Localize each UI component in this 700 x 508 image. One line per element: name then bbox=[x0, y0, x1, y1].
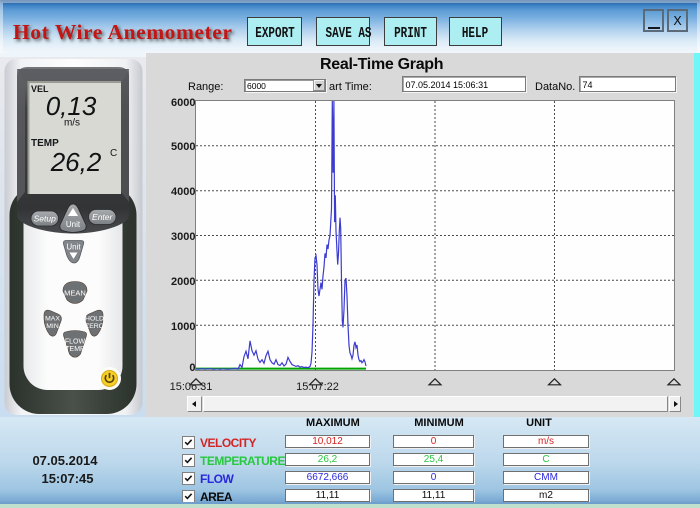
svg-text:MIN: MIN bbox=[46, 323, 59, 330]
svg-text:Setup: Setup bbox=[34, 214, 56, 224]
svg-text:Unit: Unit bbox=[66, 243, 81, 252]
svg-text:Unit: Unit bbox=[66, 220, 81, 229]
svg-text:MAX: MAX bbox=[45, 316, 60, 323]
svg-text:Enter: Enter bbox=[92, 212, 113, 222]
svg-text:m/s: m/s bbox=[64, 118, 80, 129]
svg-text:26,2: 26,2 bbox=[50, 147, 102, 177]
svg-text:ZERO: ZERO bbox=[85, 323, 104, 330]
svg-text:MEAN: MEAN bbox=[64, 289, 86, 298]
svg-text:0,13: 0,13 bbox=[46, 91, 97, 121]
svg-text:C: C bbox=[110, 148, 117, 159]
svg-text:TEMP: TEMP bbox=[65, 346, 85, 353]
svg-text:HOLD: HOLD bbox=[85, 316, 104, 323]
svg-text:FLOW: FLOW bbox=[65, 339, 86, 346]
